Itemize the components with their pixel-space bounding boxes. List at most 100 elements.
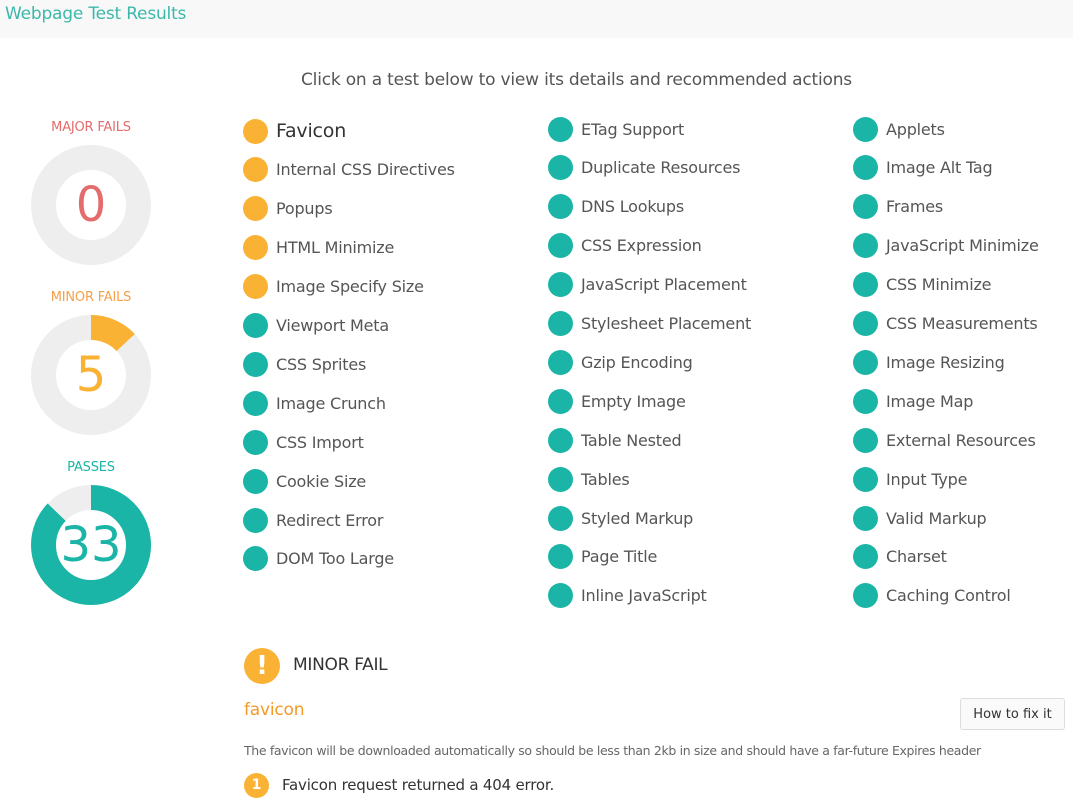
test-item-duplicate-resources[interactable]: Duplicate Resources [548,155,740,181]
test-item-input-type[interactable]: Input Type [853,466,967,492]
status-dot-icon [548,466,573,492]
status-dot-icon [853,116,878,142]
test-label: DNS Lookups [581,197,684,217]
test-item-internal-css-directives[interactable]: Internal CSS Directives [243,157,455,183]
status-dot-icon [853,388,878,414]
test-label: Gzip Encoding [581,352,693,372]
test-item-tables[interactable]: Tables [548,466,630,492]
test-item-caching-control[interactable]: Caching Control [853,583,1011,609]
status-dot-icon [548,544,573,570]
test-item-gzip-encoding[interactable]: Gzip Encoding [548,349,693,375]
test-item-popups[interactable]: Popups [243,196,333,222]
status-dot-icon [243,468,268,494]
test-label: Charset [886,547,947,567]
test-label: CSS Measurements [886,314,1038,333]
test-item-inline-javascript[interactable]: Inline JavaScript [548,583,707,609]
status-dot-icon [243,118,268,144]
status-dot-icon [853,505,878,531]
page-title: Webpage Test Results [5,4,187,24]
test-item-css-import[interactable]: CSS Import [243,429,364,455]
test-item-valid-markup[interactable]: Valid Markup [853,505,987,531]
test-item-image-specify-size[interactable]: Image Specify Size [243,274,424,300]
test-item-css-minimize[interactable]: CSS Minimize [853,272,991,298]
test-label: Viewport Meta [276,316,389,335]
passes-count: 33 [60,517,122,573]
issue-text: Favicon request returned a 404 error. [282,776,555,794]
test-label: CSS Sprites [276,354,367,374]
test-item-external-resources[interactable]: External Resources [853,427,1036,453]
how-to-fix-button[interactable]: How to fix it [960,698,1065,730]
status-dot-icon [243,235,268,261]
test-label: Image Resizing [886,352,1005,372]
test-item-table-nested[interactable]: Table Nested [548,427,682,453]
test-item-applets[interactable]: Applets [853,116,945,142]
status-dot-icon [548,349,573,375]
test-item-viewport-meta[interactable]: Viewport Meta [243,313,389,338]
status-dot-icon [853,466,878,492]
test-label: Image Alt Tag [886,158,993,178]
test-item-css-sprites[interactable]: CSS Sprites [243,351,367,377]
minor-fails-ring: 5 [31,315,151,435]
test-item-charset[interactable]: Charset [853,544,947,570]
major-fails-ring: 0 [31,145,151,265]
test-item-css-measurements[interactable]: CSS Measurements [853,311,1038,336]
status-dot-icon [243,274,268,300]
test-label: Inline JavaScript [581,586,707,606]
test-item-dns-lookups[interactable]: DNS Lookups [548,194,684,220]
status-dot-icon [243,351,268,377]
status-dot-icon [548,583,573,609]
test-item-javascript-minimize[interactable]: JavaScript Minimize [853,233,1039,259]
test-label: Stylesheet Placement [581,314,752,333]
test-item-css-expression[interactable]: CSS Expression [548,233,702,259]
status-dot-icon [853,427,878,453]
test-label: Caching Control [886,586,1011,606]
status-dot-icon [853,233,878,259]
test-item-redirect-error[interactable]: Redirect Error [243,507,383,533]
test-label: External Resources [886,430,1036,450]
test-label: Cookie Size [276,471,367,491]
test-item-stylesheet-placement[interactable]: Stylesheet Placement [548,311,751,336]
status-dot-icon [853,272,878,298]
status-dot-icon [853,349,878,375]
detail-test-name: favicon [244,700,305,720]
test-item-styled-markup[interactable]: Styled Markup [548,505,693,531]
status-dot-icon [548,272,573,298]
status-dot-icon [548,155,573,181]
test-item-image-resizing[interactable]: Image Resizing [853,349,1005,375]
test-label: Valid Markup [886,508,987,528]
test-label: Page Title [581,547,658,567]
status-dot-icon [548,116,573,142]
major-fails-summary: MAJOR FAILS 0 [31,120,151,265]
detail-status: MINOR FAIL [293,655,388,675]
status-dot-icon [243,507,268,533]
test-item-empty-image[interactable]: Empty Image [548,388,686,414]
test-item-image-alt-tag[interactable]: Image Alt Tag [853,155,993,181]
test-item-cookie-size[interactable]: Cookie Size [243,468,367,494]
test-label: Empty Image [581,391,686,411]
test-item-image-crunch[interactable]: Image Crunch [243,390,386,416]
test-label: Favicon [276,120,347,142]
status-dot-icon [853,155,878,181]
status-dot-icon [853,194,878,220]
status-dot-icon [243,546,268,572]
test-item-image-map[interactable]: Image Map [853,388,973,414]
minor-fails-count: 5 [75,347,107,403]
status-dot-icon [243,157,268,183]
test-item-frames[interactable]: Frames [853,194,943,220]
test-item-page-title[interactable]: Page Title [548,544,658,570]
test-item-dom-too-large[interactable]: DOM Too Large [243,546,394,572]
status-dot-icon [853,583,878,609]
status-dot-icon [243,313,268,338]
test-label: CSS Import [276,432,364,452]
test-item-javascript-placement[interactable]: JavaScript Placement [548,272,747,298]
test-label: ETag Support [581,119,685,139]
passes-label: PASSES [67,460,115,475]
status-dot-icon [243,196,268,222]
test-label: CSS Expression [581,236,702,256]
major-fails-count: 0 [75,177,107,233]
instruction-text: Click on a test below to view its detail… [301,70,852,90]
test-item-html-minimize[interactable]: HTML Minimize [243,235,394,261]
test-label: JavaScript Minimize [886,236,1039,256]
test-item-etag-support[interactable]: ETag Support [548,116,685,142]
test-item-favicon[interactable]: Favicon [243,118,347,144]
